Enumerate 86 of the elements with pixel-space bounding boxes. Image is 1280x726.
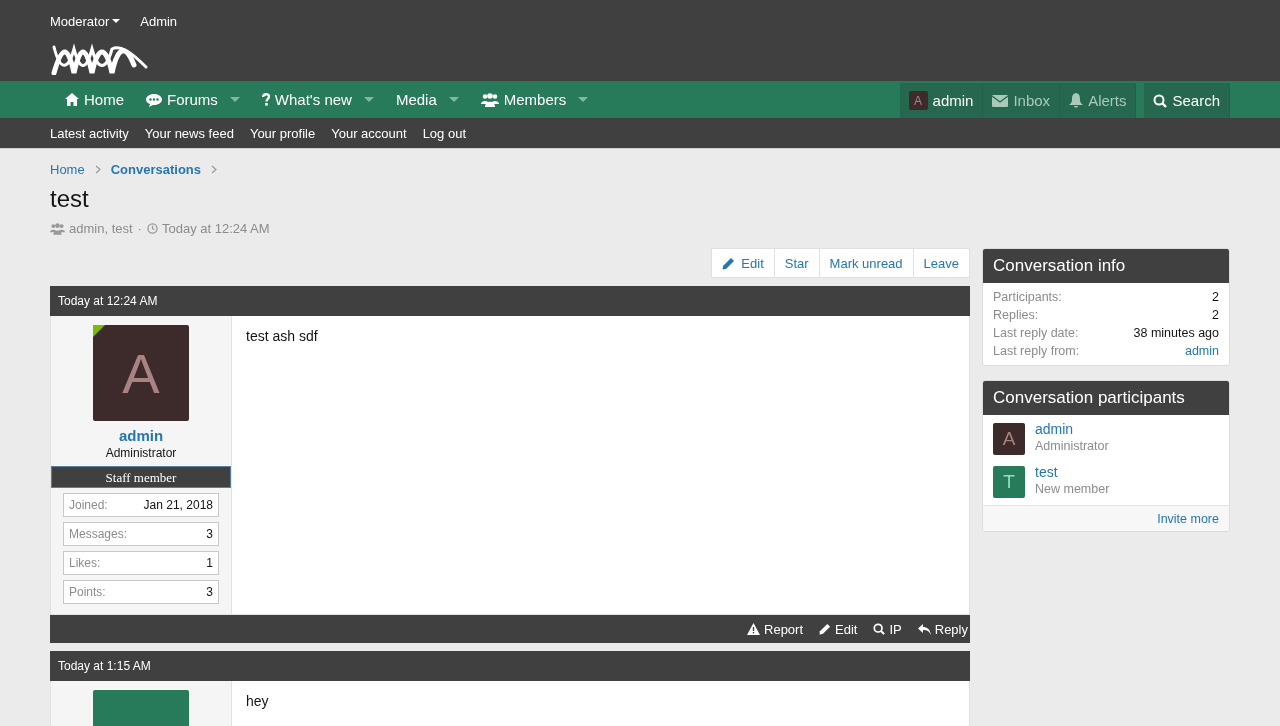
avatar: A xyxy=(93,325,189,421)
home-icon xyxy=(65,93,79,106)
caret-icon xyxy=(229,97,240,102)
nav-button[interactable]: Search xyxy=(1144,83,1230,118)
nav-button[interactable]: Alerts xyxy=(1060,83,1137,118)
participant-role: New member xyxy=(1035,482,1110,496)
subnav-link[interactable]: Your account xyxy=(331,125,407,141)
info-label: Last reply from: xyxy=(993,343,1080,360)
caret-icon xyxy=(578,97,589,102)
stat-label: Messages: xyxy=(69,527,128,541)
action-button[interactable]: Edit xyxy=(711,248,775,278)
online-indicator xyxy=(93,325,105,337)
avatar: T xyxy=(993,466,1025,498)
page-title: test xyxy=(50,185,90,213)
stat-value: 3 xyxy=(206,527,213,541)
date-text: Today at 12:24 AM xyxy=(161,221,270,236)
participant-role: Administrator xyxy=(1035,439,1109,453)
clock-icon xyxy=(146,223,158,234)
post-action-link[interactable]: IP xyxy=(873,621,902,637)
subnav-link[interactable]: Latest activity xyxy=(50,125,129,141)
nav-tab[interactable]: Home xyxy=(56,81,133,118)
invite-link[interactable]: Invite more xyxy=(1157,512,1219,526)
users-icon xyxy=(50,222,65,235)
chevron-icon xyxy=(94,164,101,174)
account-link[interactable]: A admin xyxy=(899,83,984,118)
top-link[interactable]: Admin xyxy=(140,9,178,33)
breadcrumb-link[interactable]: Conversations xyxy=(110,161,201,177)
envelope-icon xyxy=(992,94,1009,107)
post-text: hey xyxy=(246,693,269,709)
breadcrumb-link[interactable]: Home xyxy=(50,161,85,177)
action-button[interactable]: Leave xyxy=(912,248,970,278)
info-label: Participants: xyxy=(993,289,1062,306)
stat-value: Jan 21, 2018 xyxy=(143,498,213,512)
block-header: Conversation info xyxy=(983,249,1229,283)
pencil-icon xyxy=(722,256,736,270)
user-title: Administrator xyxy=(105,446,177,460)
post-action-link[interactable]: Report xyxy=(747,621,804,637)
info-value: 2 xyxy=(1212,289,1219,306)
caret-icon xyxy=(363,97,374,102)
info-value: 2 xyxy=(1212,307,1219,324)
stat-value: 3 xyxy=(206,585,213,599)
info-link[interactable]: admin xyxy=(1184,342,1219,360)
nav-tab[interactable]: Media xyxy=(386,81,468,118)
chat-bubble-icon xyxy=(146,92,162,107)
participants-text: admin, test xyxy=(69,221,133,236)
caret-icon xyxy=(112,19,121,23)
subnav-link[interactable]: Your news feed xyxy=(144,125,234,141)
stat-label: Joined: xyxy=(69,498,108,512)
bell-icon xyxy=(1069,93,1084,108)
avatar: A xyxy=(908,91,928,110)
separator-dot: · xyxy=(137,221,142,236)
action-button[interactable]: Mark unread xyxy=(818,248,914,278)
info-value: 38 minutes ago xyxy=(1133,325,1219,342)
staff-banner: Staff member xyxy=(51,466,231,488)
block-header: Conversation participants xyxy=(983,381,1229,415)
info-label: Last reply date: xyxy=(993,325,1079,342)
nav-tab[interactable]: Members xyxy=(471,81,598,118)
nav-tab[interactable]: What's new xyxy=(252,81,383,118)
nav-tab[interactable]: Forums xyxy=(137,81,249,118)
question-icon xyxy=(261,93,270,106)
users-icon xyxy=(480,92,499,107)
subnav-link[interactable]: Log out xyxy=(422,125,466,141)
search-icon xyxy=(873,623,886,635)
info-label: Replies: xyxy=(993,307,1039,324)
subnav-link[interactable]: Your profile xyxy=(249,125,316,141)
participant-link[interactable]: admin xyxy=(1035,421,1109,437)
avatar: A xyxy=(993,423,1025,455)
stat-label: Points: xyxy=(69,585,106,599)
post-text: test ash sdf xyxy=(246,328,318,344)
chevron-icon xyxy=(211,164,217,174)
post-header: Today at 1:15 AM xyxy=(50,651,970,681)
warning-icon xyxy=(747,623,760,635)
post-header: Today at 12:24 AM xyxy=(50,286,970,316)
participant-link[interactable]: test xyxy=(1035,464,1110,480)
post-action-link[interactable]: Reply xyxy=(917,621,968,637)
stat-value: 1 xyxy=(206,556,213,570)
stat-label: Likes: xyxy=(69,556,101,570)
top-link[interactable]: Moderator xyxy=(50,9,121,33)
action-button[interactable]: Star xyxy=(773,248,820,278)
nav-button[interactable]: Inbox xyxy=(983,83,1061,118)
pencil-icon xyxy=(819,623,832,635)
post-action-link[interactable]: Edit xyxy=(819,621,858,637)
caret-icon xyxy=(448,97,459,102)
reply-icon xyxy=(917,623,931,635)
username-link[interactable]: admin xyxy=(118,427,164,444)
search-icon xyxy=(1153,93,1168,108)
